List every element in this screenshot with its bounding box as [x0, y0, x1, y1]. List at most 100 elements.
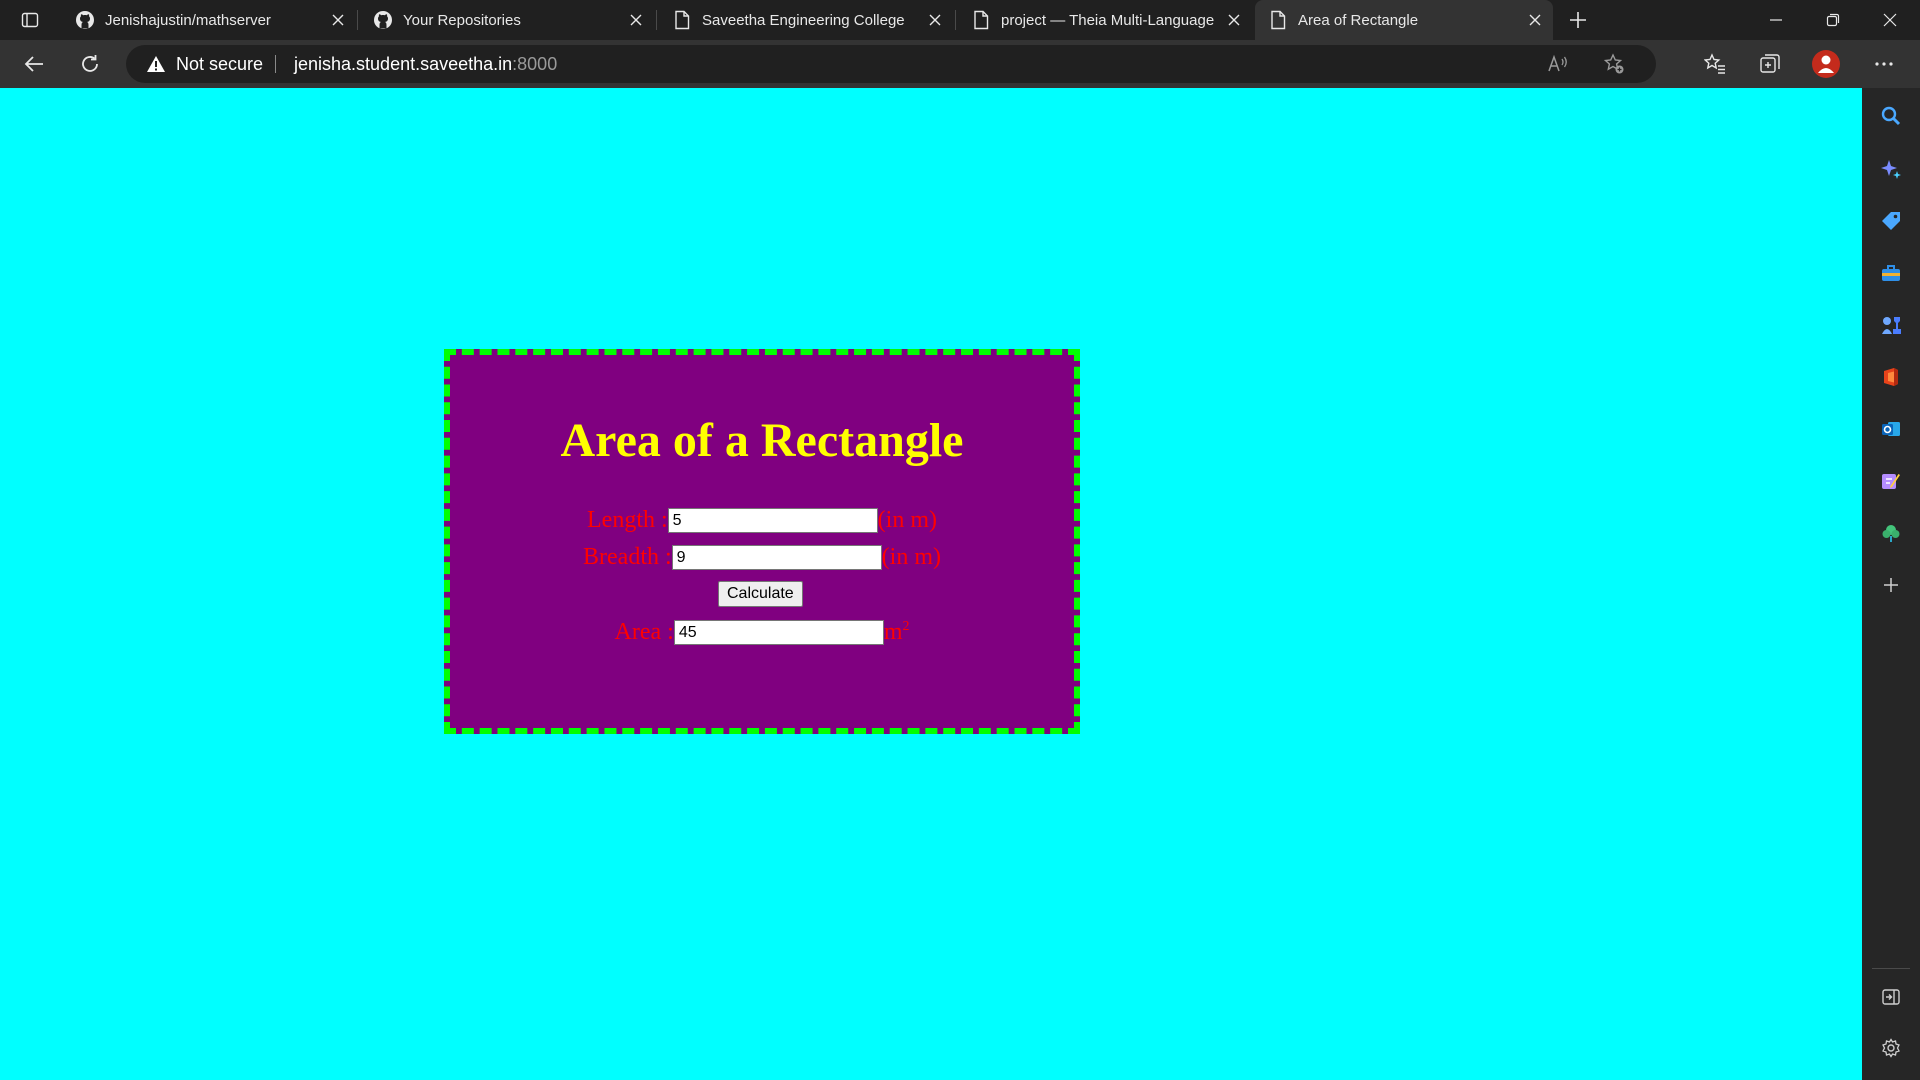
outlook-icon — [1882, 422, 1900, 436]
shopping-tag-icon — [1882, 212, 1900, 230]
tab-title: project — Theia Multi-Language — [1001, 11, 1215, 29]
sidebar-outlook-button[interactable] — [1876, 414, 1906, 444]
page-icon — [1268, 10, 1288, 30]
close-icon — [1883, 13, 1897, 27]
back-button[interactable] — [16, 46, 52, 82]
warning-icon — [146, 55, 166, 73]
refresh-button[interactable] — [72, 46, 108, 82]
browser-toolbar: Not secure jenisha.student.saveetha.in:8… — [0, 40, 1920, 88]
search-icon — [1881, 106, 1901, 126]
close-window-button[interactable] — [1862, 0, 1918, 40]
area-unit-exponent: 2 — [902, 619, 910, 634]
length-unit: (in m) — [877, 507, 937, 533]
sidebar-games-button[interactable] — [1876, 310, 1906, 340]
sidebar-copilot-button[interactable] — [1876, 154, 1906, 184]
restore-icon — [1826, 13, 1840, 27]
hide-sidebar-icon — [1882, 989, 1900, 1005]
games-icon — [1882, 317, 1901, 334]
tab-separator — [656, 10, 657, 30]
tab-mathserver[interactable]: Jenishajustin/mathserver — [62, 0, 356, 40]
tab-separator — [955, 10, 956, 30]
calculate-button[interactable]: Calculate — [718, 581, 803, 607]
tab-title: Jenishajustin/mathserver — [105, 11, 271, 29]
sidebar-tree-button[interactable] — [1876, 518, 1906, 548]
collections-icon — [1760, 54, 1780, 73]
favorites-button[interactable] — [1697, 46, 1733, 82]
sidebar-office-button[interactable] — [1876, 362, 1906, 392]
sidebar-search-button[interactable] — [1876, 101, 1906, 131]
security-indicator[interactable]: Not secure — [146, 45, 263, 83]
add-favorite-button[interactable] — [1600, 50, 1628, 78]
sidebar-shopping-button[interactable] — [1876, 206, 1906, 236]
tree-icon — [1882, 525, 1900, 542]
plus-icon — [1570, 12, 1586, 28]
url-separator — [275, 55, 276, 73]
breadth-label: Breadth : — [583, 544, 672, 570]
designer-icon — [1882, 474, 1900, 489]
url-port: :8000 — [512, 53, 558, 74]
refresh-icon — [82, 55, 98, 72]
length-label: Length : — [587, 507, 668, 533]
close-icon[interactable] — [624, 8, 648, 32]
address-bar[interactable]: Not secure jenisha.student.saveetha.in:8… — [126, 45, 1656, 83]
back-arrow-icon — [24, 56, 43, 72]
tab-title: Area of Rectangle — [1298, 11, 1419, 29]
copilot-icon — [1881, 160, 1901, 179]
profile-button[interactable] — [1808, 46, 1844, 82]
restore-button[interactable] — [1805, 0, 1861, 40]
page-title: Area of a Rectangle — [560, 414, 964, 467]
breadth-unit: (in m) — [881, 544, 941, 570]
length-input[interactable] — [667, 508, 878, 533]
sidebar-settings-button[interactable] — [1876, 1033, 1906, 1063]
github-icon — [75, 10, 95, 30]
close-icon[interactable] — [923, 8, 947, 32]
sidebar-add-button[interactable] — [1876, 570, 1906, 600]
calculator-card: Area of a Rectangle Length : (in m) Brea… — [444, 349, 1080, 734]
settings-icon — [1882, 1038, 1900, 1058]
minimize-button[interactable] — [1748, 0, 1804, 40]
tab-separator — [357, 10, 358, 30]
close-icon[interactable] — [1222, 8, 1246, 32]
read-aloud-button[interactable] — [1544, 50, 1572, 78]
tab-area-of-rectangle[interactable]: Area of Rectangle — [1255, 0, 1553, 40]
collections-button[interactable] — [1752, 46, 1788, 82]
close-icon[interactable] — [326, 8, 350, 32]
edge-sidebar — [1862, 88, 1920, 1080]
minimize-icon — [1770, 19, 1782, 21]
area-unit: m2 — [884, 619, 910, 646]
tab-your-repositories[interactable]: Your Repositories — [360, 0, 654, 40]
area-row: Area : m2 — [450, 619, 1074, 646]
breadth-input[interactable] — [671, 545, 882, 570]
office-icon — [1884, 368, 1898, 386]
page-viewport: Area of a Rectangle Length : (in m) Brea… — [0, 88, 1862, 1080]
area-label: Area : — [614, 619, 674, 645]
avatar — [1812, 50, 1840, 78]
close-icon[interactable] — [1523, 8, 1547, 32]
tab-title: Saveetha Engineering College — [702, 11, 905, 29]
settings-and-more-button[interactable] — [1866, 46, 1902, 82]
star-add-icon — [1603, 53, 1624, 74]
tab-actions-icon — [21, 12, 39, 28]
page-icon — [672, 10, 692, 30]
sidebar-designer-button[interactable] — [1876, 466, 1906, 496]
url-host: jenisha.student.saveetha.in — [294, 53, 513, 74]
tab-saveetha[interactable]: Saveetha Engineering College — [659, 0, 953, 40]
page-icon — [971, 10, 991, 30]
tab-title: Your Repositories — [403, 11, 521, 29]
more-icon — [1875, 62, 1893, 66]
hide-sidebar-button[interactable] — [1876, 982, 1906, 1012]
browser-window: Jenishajustin/mathserver Your Repositori… — [0, 0, 1920, 1080]
github-icon — [373, 10, 393, 30]
length-row: Length : (in m) — [450, 507, 1074, 534]
url-text[interactable]: jenisha.student.saveetha.in:8000 — [294, 45, 557, 83]
new-tab-button[interactable] — [1563, 5, 1593, 35]
tab-strip: Jenishajustin/mathserver Your Repositori… — [0, 0, 1920, 40]
add-icon — [1884, 578, 1898, 592]
tools-briefcase-icon — [1882, 265, 1900, 281]
tab-theia-project[interactable]: project — Theia Multi-Language — [958, 0, 1252, 40]
breadth-row: Breadth : (in m) — [450, 544, 1074, 571]
sidebar-tools-button[interactable] — [1876, 258, 1906, 288]
tab-actions-button[interactable] — [10, 6, 50, 34]
read-aloud-icon — [1548, 54, 1567, 72]
area-output[interactable] — [673, 620, 884, 645]
